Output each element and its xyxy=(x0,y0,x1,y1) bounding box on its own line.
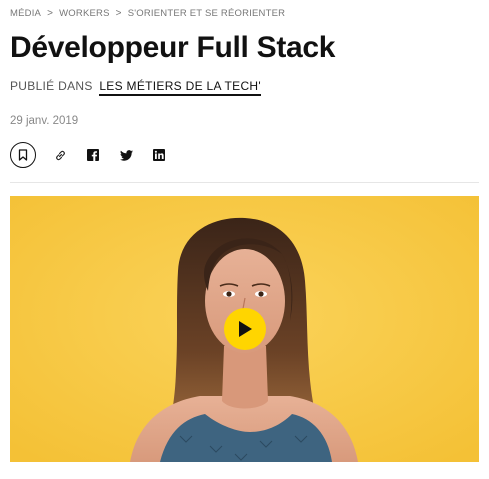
breadcrumb: MÉDIA > WORKERS > S'ORIENTER ET SE RÉORI… xyxy=(10,8,285,19)
facebook-icon xyxy=(87,149,99,161)
page-title: Développeur Full Stack xyxy=(10,31,336,64)
article-page: MÉDIA > WORKERS > S'ORIENTER ET SE RÉORI… xyxy=(0,0,489,479)
published-prefix: PUBLIÉ DANS xyxy=(10,79,93,93)
share-twitter-button[interactable] xyxy=(118,147,134,163)
breadcrumb-item-orienter[interactable]: S'ORIENTER ET SE RÉORIENTER xyxy=(128,8,285,19)
copy-link-button[interactable] xyxy=(52,147,68,163)
play-button[interactable] xyxy=(224,308,266,350)
breadcrumb-separator: > xyxy=(115,8,122,19)
play-icon xyxy=(239,321,252,337)
published-in: PUBLIÉ DANS LES MÉTIERS DE LA TECH' xyxy=(10,79,261,96)
video-player[interactable] xyxy=(10,196,479,462)
breadcrumb-separator: > xyxy=(47,8,54,19)
divider xyxy=(10,182,479,183)
share-linkedin-button[interactable] xyxy=(151,147,167,163)
bookmark-icon xyxy=(18,149,28,161)
breadcrumb-item-media[interactable]: MÉDIA xyxy=(10,8,41,19)
linkedin-icon xyxy=(153,149,165,161)
share-facebook-button[interactable] xyxy=(85,147,101,163)
bookmark-button[interactable] xyxy=(10,142,36,168)
link-icon xyxy=(55,150,65,160)
share-bar xyxy=(10,142,167,168)
publish-date: 29 janv. 2019 xyxy=(10,115,79,127)
breadcrumb-item-workers[interactable]: WORKERS xyxy=(59,8,110,19)
twitter-icon xyxy=(119,149,133,161)
category-link[interactable]: LES MÉTIERS DE LA TECH' xyxy=(99,79,261,96)
